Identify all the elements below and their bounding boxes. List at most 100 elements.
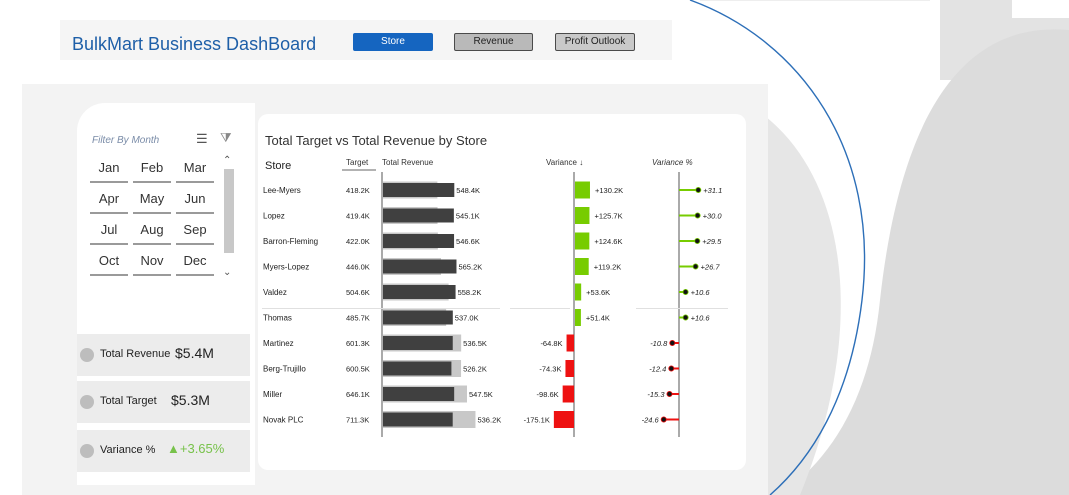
revenue-bar bbox=[383, 412, 453, 427]
nav-store-button[interactable]: Store bbox=[353, 33, 433, 51]
revenue-bar bbox=[383, 234, 455, 248]
variance-value-label: -74.3K bbox=[539, 365, 561, 374]
variance-pct-label: +10.6 bbox=[691, 314, 711, 323]
store-label: Valdez bbox=[263, 288, 287, 297]
variance-bar bbox=[566, 334, 574, 352]
target-value-label: 418.2K bbox=[346, 186, 370, 195]
target-value-label: 419.4K bbox=[346, 212, 370, 221]
variance-pct-point bbox=[695, 187, 702, 194]
variance-value-label: +53.6K bbox=[586, 288, 610, 297]
revenue-value-label: 558.2K bbox=[458, 288, 482, 297]
revenue-bar bbox=[383, 183, 455, 197]
nav-profit-outlook-button[interactable]: Profit Outlook bbox=[555, 33, 635, 51]
revenue-bar bbox=[383, 387, 455, 401]
revenue-value-label: 536.5K bbox=[463, 339, 487, 348]
target-value-label: 601.3K bbox=[346, 339, 370, 348]
revenue-value-label: 537.0K bbox=[455, 314, 479, 323]
variance-bar bbox=[575, 207, 590, 224]
month-filter: Filter By Month ☰ ⧩ Jan Feb Mar Apr May … bbox=[84, 127, 242, 279]
variance-bar bbox=[575, 181, 590, 199]
kpi-total-target: Total Target $5.3M bbox=[77, 381, 250, 423]
month-jul[interactable]: Jul bbox=[90, 217, 128, 245]
target-value-label: 422.0K bbox=[346, 237, 370, 246]
revenue-bar bbox=[383, 285, 456, 299]
revenue-value-label: 565.2K bbox=[458, 263, 482, 272]
revenue-value-label: 526.2K bbox=[463, 365, 487, 374]
month-jan[interactable]: Jan bbox=[90, 155, 128, 183]
revenue-bar bbox=[383, 310, 453, 325]
revenue-bar bbox=[383, 259, 457, 274]
variance-value-label: -98.6K bbox=[537, 390, 559, 399]
variance-pct-point bbox=[669, 339, 676, 346]
variance-pct-label: +29.5 bbox=[702, 237, 722, 246]
header-target: Target bbox=[346, 158, 369, 167]
header-store: Store bbox=[265, 160, 291, 172]
month-aug[interactable]: Aug bbox=[133, 217, 171, 245]
store-label: Martinez bbox=[263, 339, 294, 348]
month-oct[interactable]: Oct bbox=[90, 248, 128, 276]
multi-select-icon[interactable]: ☰ bbox=[196, 131, 208, 147]
variance-pct-point bbox=[694, 212, 701, 219]
month-sep[interactable]: Sep bbox=[176, 217, 214, 245]
kpi-total-revenue: Total Revenue $5.4M bbox=[77, 334, 250, 376]
store-label: Lee-Myers bbox=[263, 186, 301, 195]
variance-pct-point bbox=[666, 390, 673, 397]
kpi-dot-icon bbox=[80, 348, 94, 362]
variance-value-label: -175.1K bbox=[524, 416, 550, 425]
revenue-value-label: 545.1K bbox=[456, 212, 480, 221]
month-nov[interactable]: Nov bbox=[133, 248, 171, 276]
variance-pct-label: -15.3 bbox=[647, 390, 665, 399]
revenue-value-label: 548.4K bbox=[456, 186, 480, 195]
variance-value-label: -64.8K bbox=[540, 339, 562, 348]
variance-pct-label: -10.8 bbox=[650, 339, 668, 348]
target-value-label: 646.1K bbox=[346, 390, 370, 399]
month-feb[interactable]: Feb bbox=[133, 155, 171, 183]
clear-filter-icon[interactable]: ⧩ bbox=[220, 130, 232, 146]
kpi-value: $5.4M bbox=[175, 345, 214, 361]
variance-pct-point bbox=[692, 263, 699, 270]
kpi-label: Total Target bbox=[100, 395, 157, 407]
chevron-down-icon[interactable]: ⌄ bbox=[223, 267, 231, 278]
variance-pct-label: -24.6 bbox=[642, 416, 660, 425]
variance-value-label: +119.2K bbox=[594, 263, 622, 272]
store-label: Lopez bbox=[263, 212, 285, 221]
kpi-variance-pct: Variance % ▲+3.65% bbox=[77, 430, 250, 472]
variance-pct-point bbox=[682, 288, 689, 295]
month-may[interactable]: May bbox=[133, 186, 171, 214]
target-value-label: 711.3K bbox=[346, 416, 369, 425]
target-value-label: 446.0K bbox=[346, 263, 370, 272]
variance-value-label: +125.7K bbox=[594, 212, 622, 221]
scroll-thumb[interactable] bbox=[224, 169, 234, 253]
store-label: Thomas bbox=[263, 314, 292, 323]
app-title: BulkMart Business DashBoard bbox=[72, 34, 317, 54]
month-mar[interactable]: Mar bbox=[176, 155, 214, 183]
month-apr[interactable]: Apr bbox=[90, 186, 128, 214]
variance-bar bbox=[565, 360, 574, 377]
variance-pct-point bbox=[668, 365, 675, 372]
header-revenue: Total Revenue bbox=[382, 158, 434, 167]
variance-bar bbox=[575, 258, 589, 275]
store-label: Berg-Trujillo bbox=[263, 365, 306, 374]
target-value-label: 485.7K bbox=[346, 314, 370, 323]
variance-bar bbox=[562, 385, 574, 403]
month-jun[interactable]: Jun bbox=[176, 186, 214, 214]
kpi-value: $5.3M bbox=[171, 392, 210, 408]
store-label: Myers-Lopez bbox=[263, 263, 309, 272]
revenue-value-label: 546.6K bbox=[456, 237, 480, 246]
kpi-dot-icon bbox=[80, 395, 94, 409]
revenue-bar bbox=[383, 361, 452, 376]
month-dec[interactable]: Dec bbox=[176, 248, 214, 276]
variance-pct-label: +31.1 bbox=[703, 186, 722, 195]
slicer-scrollbar[interactable]: ⌃ ⌄ bbox=[223, 155, 235, 283]
nav-revenue-button[interactable]: Revenue bbox=[454, 33, 533, 51]
target-value-label: 600.5K bbox=[346, 365, 370, 374]
revenue-value-label: 547.5K bbox=[469, 390, 493, 399]
variance-pct-point bbox=[660, 416, 667, 423]
variance-bar bbox=[575, 309, 581, 326]
header-variance-pct: Variance % bbox=[652, 158, 693, 167]
variance-bar bbox=[575, 283, 582, 301]
variance-pct-label: +30.0 bbox=[703, 212, 723, 221]
chevron-up-icon[interactable]: ⌃ bbox=[223, 155, 231, 166]
store-label: Miller bbox=[263, 390, 282, 399]
variance-bar bbox=[553, 411, 574, 428]
